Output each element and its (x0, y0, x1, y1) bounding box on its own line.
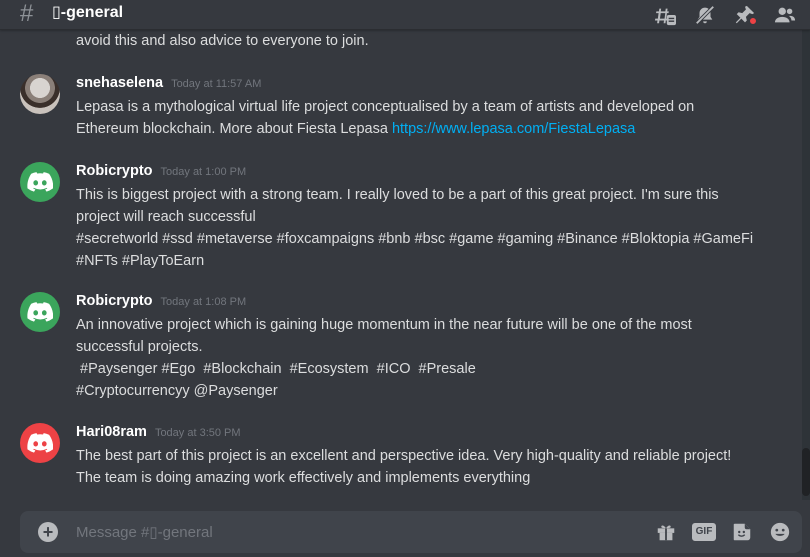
message-text: An innovative project which is gaining h… (76, 317, 692, 355)
timestamp: Today at 11:57 AM (171, 78, 262, 90)
discord-logo-icon (27, 433, 53, 453)
composer-toolbar: GIF (654, 520, 792, 544)
message-item: Robicrypto Today at 1:00 PM This is bigge… (0, 162, 800, 272)
message-text: This is biggest project with a strong te… (76, 187, 719, 225)
scrollbar-thumb[interactable] (802, 448, 810, 496)
message-input[interactable] (76, 521, 576, 543)
message-link[interactable]: https://www.lepasa.com/FiestaLepasa (392, 121, 635, 137)
emoji-icon[interactable] (768, 520, 792, 544)
gif-button-label: GIF (692, 523, 716, 541)
threads-icon[interactable] (650, 3, 680, 27)
username[interactable]: Hari08ram (76, 424, 147, 440)
timestamp: Today at 3:50 PM (154, 427, 241, 439)
mute-bell-icon[interactable] (690, 3, 720, 27)
username[interactable]: Robicrypto (76, 163, 153, 179)
channel-hash-icon: # (20, 0, 34, 27)
message-item: Robicrypto Today at 1:08 PM An innovative… (0, 292, 800, 412)
discord-logo-icon (27, 172, 53, 192)
members-icon[interactable] (770, 3, 800, 27)
message-continuation: avoid this and also advice to everyone t… (76, 33, 369, 49)
avatar[interactable] (20, 74, 60, 114)
message-text: The best part of this project is an exce… (76, 448, 732, 486)
header-toolbar (650, 3, 800, 27)
message-item: snehaselena Today at 11:57 AM Lepasa is a… (0, 74, 800, 144)
scrollbar-track[interactable] (802, 30, 810, 500)
username[interactable]: snehaselena (76, 75, 163, 91)
message-content: This is biggest project with a strong te… (76, 184, 756, 272)
message-header: Robicrypto Today at 1:08 PM (76, 292, 246, 310)
message-hashtags: #Paysenger #Ego #Blockchain #Ecosystem #… (76, 361, 476, 377)
message-header: Robicrypto Today at 1:00 PM (76, 162, 246, 180)
pin-icon[interactable] (730, 3, 760, 27)
message-hashtags: #Cryptocurrencyy @Paysenger (76, 383, 278, 399)
message-content: An innovative project which is gaining h… (76, 314, 756, 402)
avatar[interactable] (20, 292, 60, 332)
timestamp: Today at 1:08 PM (160, 296, 247, 308)
gif-icon[interactable]: GIF (692, 520, 716, 544)
message-composer: + GIF (20, 511, 802, 553)
avatar[interactable] (20, 423, 60, 463)
add-attachment-button[interactable]: + (38, 522, 58, 542)
message-item: Hari08ram Today at 3:50 PM The best part … (0, 423, 800, 493)
username[interactable]: Robicrypto (76, 293, 153, 309)
timestamp: Today at 1:00 PM (160, 166, 247, 178)
channel-name: ▯-general (52, 4, 124, 21)
message-header: snehaselena Today at 11:57 AM (76, 74, 261, 92)
sticker-icon[interactable] (730, 520, 754, 544)
discord-logo-icon (27, 302, 53, 322)
message-content: The best part of this project is an exce… (76, 445, 756, 489)
message-list: avoid this and also advice to everyone t… (0, 30, 800, 500)
message-header: Hari08ram Today at 3:50 PM (76, 423, 241, 441)
gift-icon[interactable] (654, 520, 678, 544)
message-hashtags: #secretworld #ssd #metaverse #foxcampaig… (76, 231, 754, 269)
message-content: Lepasa is a mythological virtual life pr… (76, 96, 756, 140)
avatar[interactable] (20, 162, 60, 202)
channel-header: # ▯-general (0, 0, 810, 30)
pin-notification-dot (749, 17, 757, 25)
